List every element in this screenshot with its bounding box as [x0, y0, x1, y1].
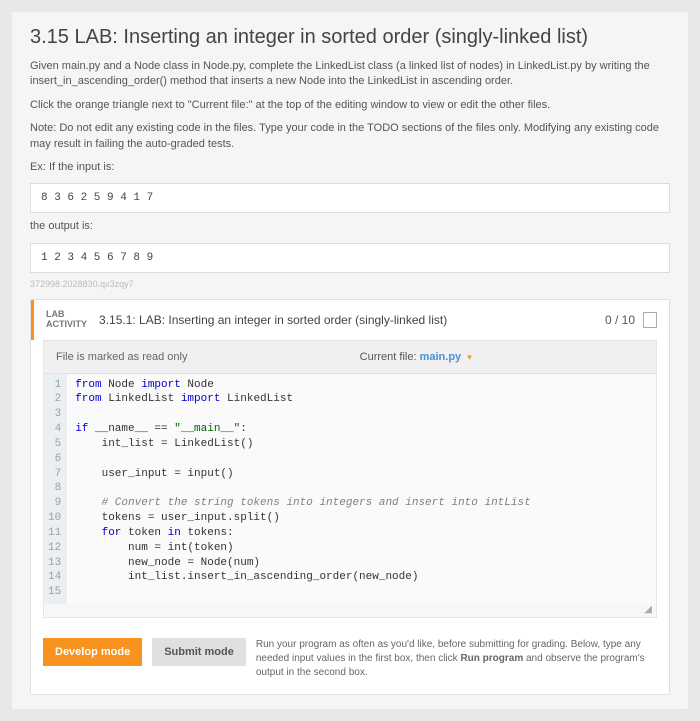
mode-bar: Develop mode Submit mode Run your progra…: [31, 628, 669, 694]
tracking-code: 372998.2028830.qx3zqy7: [30, 279, 670, 289]
readonly-label: File is marked as read only: [56, 351, 187, 363]
current-file-label: Current file:: [360, 351, 417, 363]
mode-description: Run your program as often as you'd like,…: [256, 638, 657, 680]
lab-badge: LAB ACTIVITY: [46, 310, 87, 330]
file-dropdown-icon[interactable]: ▾: [467, 352, 472, 362]
code-editor: File is marked as read only Current file…: [43, 340, 657, 619]
current-file-selector[interactable]: Current file: main.py ▾: [187, 351, 644, 363]
submit-mode-button[interactable]: Submit mode: [152, 638, 246, 666]
score-display: 0 / 10: [605, 312, 657, 328]
example-input-label: Ex: If the input is:: [30, 160, 670, 175]
develop-mode-button[interactable]: Develop mode: [43, 638, 142, 666]
score-text: 0 / 10: [605, 313, 635, 327]
code-content: from Node import Nodefrom LinkedList imp…: [67, 374, 538, 605]
lab-activity-card: LAB ACTIVITY 3.15.1: LAB: Inserting an i…: [30, 299, 670, 695]
example-output-label: the output is:: [30, 219, 670, 234]
editor-topbar: File is marked as read only Current file…: [44, 341, 656, 374]
line-gutter: 123456789101112131415: [44, 374, 67, 605]
example-input-box: 8 3 6 2 5 9 4 1 7: [30, 183, 670, 213]
lab-badge-line2: ACTIVITY: [46, 320, 87, 330]
activity-title: 3.15.1: LAB: Inserting an integer in sor…: [99, 313, 605, 327]
resize-handle-icon[interactable]: ◢: [44, 604, 656, 617]
intro-para-3: Note: Do not edit any existing code in t…: [30, 121, 670, 152]
example-output-box: 1 2 3 4 5 6 7 8 9: [30, 243, 670, 273]
intro-para-2: Click the orange triangle next to "Curre…: [30, 98, 670, 113]
score-box-icon: [643, 312, 657, 328]
activity-header: LAB ACTIVITY 3.15.1: LAB: Inserting an i…: [31, 300, 669, 340]
page-title: 3.15 LAB: Inserting an integer in sorted…: [30, 26, 670, 49]
intro-para-1: Given main.py and a Node class in Node.p…: [30, 59, 670, 90]
current-file-name: main.py: [420, 351, 462, 363]
code-area: 123456789101112131415 from Node import N…: [44, 374, 656, 605]
